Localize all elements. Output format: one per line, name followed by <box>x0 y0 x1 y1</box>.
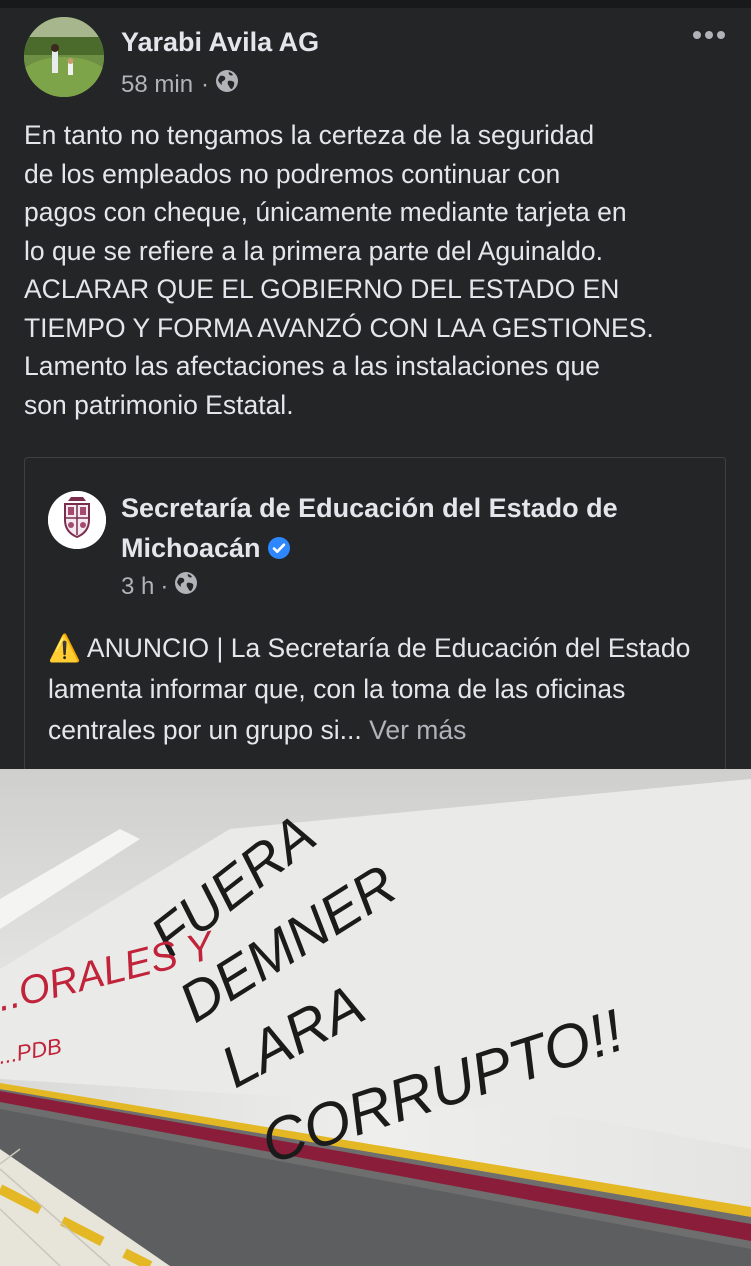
warning-icon: ⚠️ <box>48 633 81 663</box>
post-time[interactable]: 58 min <box>121 71 193 99</box>
author-name[interactable]: Yarabi Avila AG <box>121 27 319 58</box>
meta-separator: · <box>201 70 210 98</box>
post-header: Yarabi Avila AG 58 min · <box>24 17 727 99</box>
post-meta: 58 min · <box>121 69 239 100</box>
page-name-text[interactable]: Secretaría de Educación del Estado de Mi… <box>121 493 618 563</box>
globe-icon <box>215 69 239 100</box>
globe-icon <box>174 571 198 602</box>
shared-page-name[interactable]: Secretaría de Educación del Estado de Mi… <box>121 488 711 571</box>
post-photo[interactable]: FUERA DEMNER LARA CORRUPTO!! ...ORALES Y… <box>0 769 751 1266</box>
more-options-icon[interactable] <box>691 23 727 47</box>
author-avatar[interactable] <box>24 17 104 97</box>
meta-separator: · <box>160 572 169 600</box>
shared-post-time[interactable]: 3 h <box>121 573 154 601</box>
shared-post-text: ⚠️ ANUNCIO | La Secretaría de Educación … <box>48 628 708 751</box>
see-more-link[interactable]: Ver más <box>369 715 466 745</box>
shared-post-card[interactable]: Secretaría de Educación del Estado de Mi… <box>24 457 726 788</box>
verified-badge-icon <box>267 531 291 571</box>
page-logo[interactable] <box>48 491 106 549</box>
post-text: En tanto no tengamos la certeza de la se… <box>24 120 654 420</box>
top-divider <box>0 0 751 8</box>
shared-post-meta: 3 h · <box>121 571 198 602</box>
